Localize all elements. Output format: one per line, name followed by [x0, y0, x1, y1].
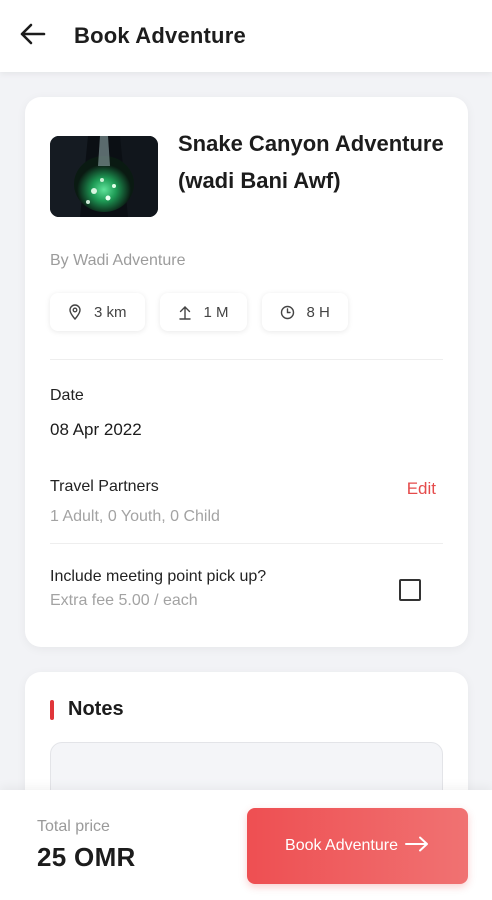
distance-value: 3 km	[94, 303, 127, 321]
travel-partners-value: 1 Adult, 0 Youth, 0 Child	[50, 508, 220, 525]
book-adventure-label: Book Adventure	[285, 837, 398, 854]
total-price-label: Total price	[37, 818, 110, 835]
elevation-chip: 1 M	[159, 293, 247, 331]
date-value[interactable]: 08 Apr 2022	[50, 420, 142, 440]
trip-title: Snake Canyon Adventure (wadi Bani Awf)	[178, 131, 444, 193]
divider	[50, 359, 443, 360]
arrow-up-icon	[178, 304, 192, 320]
app-bar: Book Adventure	[0, 0, 492, 72]
trip-details-card: Snake Canyon Adventure (wadi Bani Awf) B…	[25, 97, 468, 647]
duration-chip: 8 H	[261, 293, 348, 331]
notes-title: Notes	[68, 698, 124, 720]
location-pin-icon	[68, 304, 82, 320]
book-adventure-button[interactable]: Book Adventure	[247, 808, 468, 884]
checkout-bar: Total price 25 OMR Book Adventure	[0, 790, 492, 900]
distance-chip: 3 km	[50, 293, 145, 331]
pickup-label: Include meeting point pick up?	[50, 568, 267, 585]
pickup-fee: Extra fee 5.00 / each	[50, 592, 198, 609]
travel-partners-label: Travel Partners	[50, 478, 159, 495]
clock-icon	[280, 305, 295, 320]
notes-accent-bar	[50, 700, 54, 720]
total-price-value: 25 OMR	[37, 842, 136, 872]
duration-value: 8 H	[306, 303, 330, 321]
trip-stats: 3 km 1 M 8 H	[50, 293, 348, 331]
trip-thumbnail-image	[50, 136, 158, 217]
arrow-left-icon	[18, 22, 46, 51]
pickup-checkbox[interactable]	[399, 579, 421, 601]
edit-partners-link[interactable]: Edit	[407, 479, 436, 499]
arrow-right-icon	[404, 835, 430, 858]
divider	[50, 543, 443, 544]
back-button[interactable]	[0, 0, 64, 72]
trip-provider: By Wadi Adventure	[50, 252, 186, 269]
elevation-value: 1 M	[203, 303, 229, 321]
page-title: Book Adventure	[74, 23, 246, 48]
date-label: Date	[50, 387, 84, 404]
